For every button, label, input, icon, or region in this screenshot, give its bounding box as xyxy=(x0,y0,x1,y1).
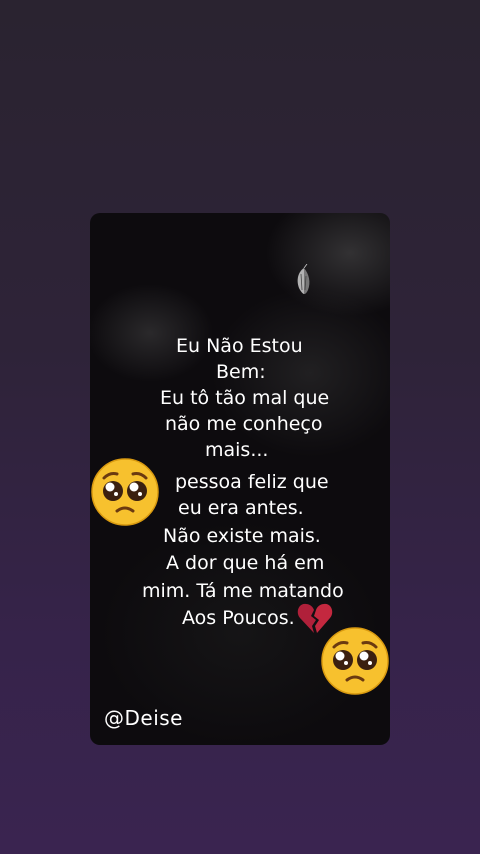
author-handle[interactable]: @Deise xyxy=(104,706,183,730)
story-line: Eu Não Estou xyxy=(176,335,303,357)
story-line: pessoa feliz que xyxy=(175,471,329,493)
story-line: Aos Poucos. xyxy=(182,607,295,629)
story-line: Não existe mais. xyxy=(163,525,321,547)
pleading-face-emoji xyxy=(91,458,159,526)
story-card: Eu Não Estou Bem: Eu tô tão mal que não … xyxy=(90,213,390,745)
story-line: mais... xyxy=(205,439,269,461)
story-line: Eu tô tão mal que xyxy=(160,387,330,409)
story-line: não me conheço xyxy=(165,413,323,435)
story-line: mim. Tá me matando xyxy=(142,580,344,602)
pleading-face-emoji xyxy=(321,627,389,695)
story-line: Bem: xyxy=(216,361,266,383)
story-line: eu era antes. xyxy=(178,497,304,519)
story-line: A dor que há em xyxy=(166,552,325,574)
